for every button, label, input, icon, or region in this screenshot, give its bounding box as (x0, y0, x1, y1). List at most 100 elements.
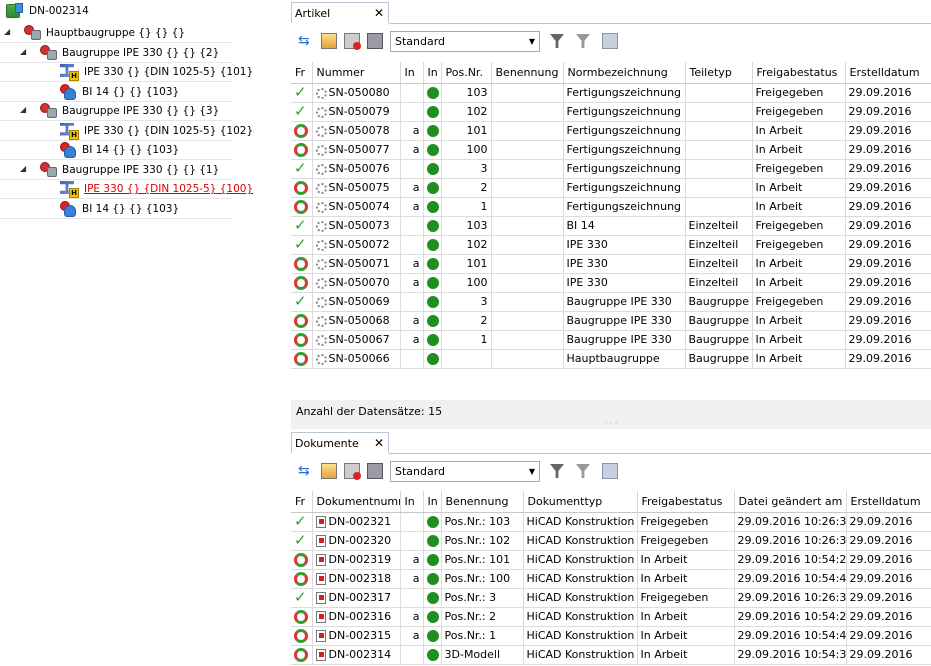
pos-cell: 101 (441, 121, 492, 141)
geaendert-cell: 29.09.2016 10:54:39 (734, 645, 847, 665)
column-header[interactable]: Nummer (312, 62, 401, 84)
in-status-cell (423, 235, 442, 255)
in-cell: a (400, 273, 424, 293)
clear-filter-icon[interactable] (576, 34, 590, 48)
document-icon (315, 649, 326, 661)
table-row[interactable]: ✓ SN-050072 102 IPE 330 Einzelteil Freigegebe… (291, 235, 931, 255)
expand-triangle-icon[interactable]: ◢ (20, 47, 26, 56)
table-row[interactable]: SN-050070 a 100 IPE 330 Einzelteil In Arbeit 2… (291, 273, 931, 293)
in-status-cell (423, 292, 442, 312)
release-cell (291, 140, 313, 160)
view-select[interactable]: Standard ▼ (390, 30, 540, 52)
article-gear-icon (315, 87, 327, 99)
column-header[interactable]: Erstelldatum (845, 62, 931, 84)
document-model-icon (6, 3, 23, 18)
table-row[interactable]: DN-002319 a Pos.Nr.: 101 HiCAD Konstruktion… (291, 550, 931, 570)
table-row[interactable]: SN-050078 a 101 Fertigungszeichnung In Arbei… (291, 121, 931, 141)
released-check-icon: ✓ (294, 588, 307, 606)
filter-icon[interactable] (550, 34, 564, 48)
tree-node[interactable]: ◢ Baugruppe IPE 330 {} {} {2} (20, 43, 219, 63)
column-header[interactable]: Freigabestatus (752, 62, 846, 84)
expand-triangle-icon[interactable]: ◢ (4, 27, 10, 36)
assembly-icon (40, 44, 58, 61)
table-row[interactable]: ✓ SN-050073 103 BI 14 Einzelteil Freigegeben 2… (291, 216, 931, 236)
table-row[interactable]: DN-002316 a Pos.Nr.: 2 HiCAD Konstruktion In… (291, 607, 931, 627)
refresh-icon[interactable]: ⇆ (298, 33, 314, 49)
columns-icon[interactable] (602, 33, 618, 49)
table-row[interactable]: ✓ SN-050076 3 Fertigungszeichnung Freigegebe… (291, 159, 931, 179)
table-row[interactable]: SN-050067 a 1 Baugruppe IPE 330 Baugruppe In … (291, 330, 931, 350)
column-header[interactable]: Normbezeichnung (563, 62, 686, 84)
column-header[interactable]: Pos.Nr. (441, 62, 492, 84)
table-row[interactable]: SN-050068 a 2 Baugruppe IPE 330 Baugruppe In … (291, 311, 931, 331)
table-row[interactable]: ✓ DN-002320 Pos.Nr.: 102 HiCAD Konstruktion… (291, 531, 931, 551)
tree-node[interactable]: ◢ Baugruppe IPE 330 {} {} {3} (20, 101, 219, 121)
tree-node[interactable]: ◢ Hauptbaugruppe {} {} {} (4, 23, 185, 43)
column-header[interactable]: Benennung (441, 491, 524, 513)
tree-node[interactable]: BI 14 {} {} {103} (60, 82, 179, 102)
tab-artikel[interactable]: Artikel ✕ (291, 2, 389, 23)
column-header[interactable]: Freigabestatus (637, 491, 735, 513)
clear-filter-icon[interactable] (576, 464, 590, 478)
panel-splitter[interactable]: · · · (291, 420, 931, 429)
column-header[interactable]: In (400, 62, 424, 84)
table-row[interactable]: SN-050074 a 1 Fertigungszeichnung In Arbeit 2… (291, 197, 931, 217)
columns-icon[interactable] (602, 463, 618, 479)
column-header[interactable]: In (423, 491, 442, 513)
column-header[interactable]: In (423, 62, 442, 84)
table-row[interactable]: DN-002314 3D-Modell HiCAD Konstruktion In A… (291, 645, 931, 665)
tree-node[interactable]: BI 14 {} {} {103} (60, 199, 179, 219)
filter-icon[interactable] (550, 464, 564, 478)
in-cell: a (400, 178, 424, 198)
column-header[interactable]: Teiletyp (685, 62, 753, 84)
table-row[interactable]: SN-050075 a 2 Fertigungszeichnung In Arbeit 2… (291, 178, 931, 198)
release-cell (291, 197, 313, 217)
close-icon[interactable]: ✕ (374, 6, 384, 20)
table-row[interactable]: DN-002318 a Pos.Nr.: 100 HiCAD Konstruktion… (291, 569, 931, 589)
table-row[interactable]: DN-002315 a Pos.Nr.: 1 HiCAD Konstruktion In… (291, 626, 931, 646)
print-icon[interactable] (367, 33, 383, 49)
table-row[interactable]: ✓ SN-050080 103 Fertigungszeichnung Freigege… (291, 83, 931, 103)
tree-node[interactable]: BI 14 {} {} {103} (60, 140, 179, 160)
table-row[interactable]: SN-050071 a 101 IPE 330 Einzelteil In Arbeit 2… (291, 254, 931, 274)
refresh-icon[interactable]: ⇆ (298, 463, 314, 479)
dokumentnummer-cell: DN-002315 (312, 626, 401, 646)
image-view-icon[interactable] (321, 463, 337, 479)
column-header[interactable]: Datei geändert am (734, 491, 847, 513)
delete-record-icon[interactable] (344, 463, 361, 480)
view-select-value: Standard (395, 34, 446, 48)
print-icon[interactable] (367, 463, 383, 479)
dokumentnummer-cell: DN-002320 (312, 531, 401, 551)
column-header[interactable]: Erstelldatum (846, 491, 931, 513)
column-header[interactable]: Benennung (491, 62, 564, 84)
tree-node[interactable]: H IPE 330 {} {DIN 1025-5} {100} (60, 179, 253, 199)
benennung-cell (491, 216, 564, 236)
tab-dokumente[interactable]: Dokumente ✕ (291, 432, 389, 453)
expand-triangle-icon[interactable]: ◢ (20, 105, 26, 114)
geaendert-cell: 29.09.2016 10:26:34 (734, 588, 847, 608)
image-view-icon[interactable] (321, 33, 337, 49)
tree-node[interactable]: ◢ Baugruppe IPE 330 {} {} {1} (20, 160, 219, 180)
table-row[interactable]: ✓ SN-050079 102 Fertigungszeichnung Freigege… (291, 102, 931, 122)
expand-triangle-icon[interactable]: ◢ (20, 164, 26, 173)
column-header[interactable]: Dokumenttyp (523, 491, 638, 513)
dokumentnummer-text: DN-002314 (328, 648, 392, 661)
table-row[interactable]: ✓ SN-050069 3 Baugruppe IPE 330 Baugruppe Fre… (291, 292, 931, 312)
column-header[interactable]: In (400, 491, 424, 513)
tree-root[interactable]: DN-002314 (6, 1, 89, 21)
column-header[interactable]: Fr (291, 62, 313, 84)
delete-record-icon[interactable] (344, 33, 361, 50)
dokumenttyp-cell: HiCAD Konstruktion (523, 550, 638, 570)
table-row[interactable]: ✓ DN-002317 Pos.Nr.: 3 HiCAD Konstruktion Fr… (291, 588, 931, 608)
tree-node[interactable]: H IPE 330 {} {DIN 1025-5} {101} (60, 62, 253, 82)
column-header[interactable]: Dokumentnumr (312, 491, 401, 513)
erstelldatum-cell: 29.09.2016 (846, 645, 931, 665)
tree-node[interactable]: H IPE 330 {} {DIN 1025-5} {102} (60, 121, 253, 141)
close-icon[interactable]: ✕ (374, 436, 384, 450)
column-header[interactable]: Fr (291, 491, 313, 513)
view-select[interactable]: Standard ▼ (390, 460, 540, 482)
table-row[interactable]: SN-050066 Hauptbaugruppe Baugruppe In Arbei… (291, 349, 931, 369)
table-row[interactable]: SN-050077 a 100 Fertigungszeichnung In Arbei… (291, 140, 931, 160)
table-row[interactable]: ✓ DN-002321 Pos.Nr.: 103 HiCAD Konstruktion… (291, 512, 931, 532)
in-status-cell (423, 607, 442, 627)
